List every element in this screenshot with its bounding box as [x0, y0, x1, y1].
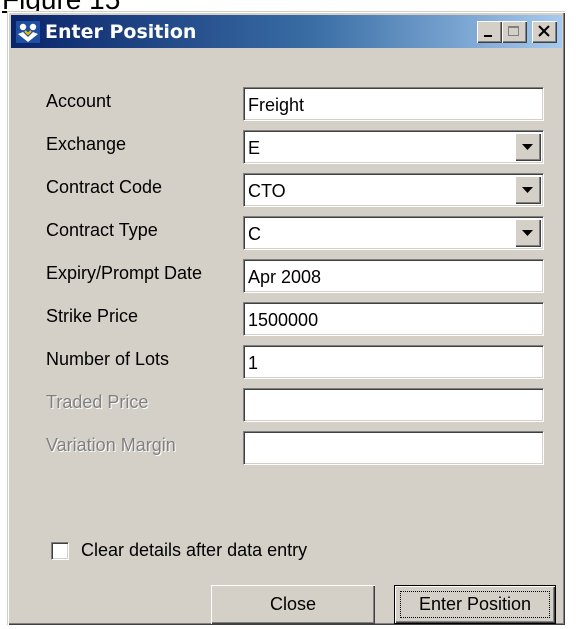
expiry-date-field[interactable]: [243, 259, 544, 293]
expiry-date-input[interactable]: [248, 266, 528, 288]
account-field[interactable]: [243, 87, 544, 121]
variation-margin-field: [243, 431, 544, 465]
close-window-button[interactable]: [532, 21, 557, 43]
clear-details-label[interactable]: Clear details after data entry: [81, 539, 307, 561]
variation-margin-input: [248, 438, 528, 460]
traded-price-field: [243, 388, 544, 422]
chevron-down-icon: [522, 230, 533, 236]
enter-position-button-label: Enter Position: [418, 594, 532, 614]
page: Figure 15 Enter Position: [0, 0, 576, 629]
maximize-icon: [508, 26, 519, 36]
variation-margin-label: Variation Margin: [46, 435, 176, 455]
maximize-button[interactable]: [502, 21, 527, 43]
account-label: Account: [46, 91, 112, 111]
number-of-lots-label: Number of Lots: [46, 349, 170, 369]
app-people-icon: [16, 21, 40, 43]
minimize-button[interactable]: [477, 21, 502, 43]
contract-type-select[interactable]: C: [243, 216, 544, 250]
enter-position-dialog: Enter Position Account Freight Exchange …: [7, 11, 565, 625]
contract-code-value: CTO: [248, 181, 286, 201]
exchange-select[interactable]: E: [243, 130, 544, 164]
contract-type-label: Contract Type: [46, 220, 158, 240]
exchange-dropdown-button[interactable]: [515, 133, 541, 161]
traded-price-label: Traded Price: [46, 392, 149, 412]
minimize-icon: [484, 35, 492, 37]
enter-position-button[interactable]: Enter Position: [394, 585, 556, 624]
chevron-down-icon: [522, 187, 533, 193]
close-icon: [538, 25, 550, 37]
close-button[interactable]: Close: [211, 585, 375, 624]
strike-price-label: Strike Price: [46, 306, 139, 326]
contract-code-label: Contract Code: [46, 177, 163, 197]
traded-price-input: [248, 395, 528, 417]
clear-details-checkbox[interactable]: [51, 542, 69, 560]
contract-type-value: C: [248, 224, 261, 244]
close-button-label: Close: [269, 594, 317, 614]
exchange-label: Exchange: [46, 134, 127, 154]
strike-price-field[interactable]: [243, 302, 544, 336]
account-input[interactable]: [248, 94, 528, 116]
strike-price-input[interactable]: [248, 309, 528, 331]
title-bar[interactable]: Enter Position: [11, 15, 562, 48]
contract-code-dropdown-button[interactable]: [515, 176, 541, 204]
number-of-lots-field[interactable]: [243, 345, 544, 379]
chevron-down-icon: [522, 144, 533, 150]
number-of-lots-input[interactable]: [248, 352, 528, 374]
exchange-value: E: [248, 138, 261, 158]
expiry-date-label: Expiry/Prompt Date: [46, 263, 203, 283]
window-title: Enter Position: [45, 21, 197, 43]
contract-code-select[interactable]: CTO: [243, 173, 544, 207]
contract-type-dropdown-button[interactable]: [515, 219, 541, 247]
